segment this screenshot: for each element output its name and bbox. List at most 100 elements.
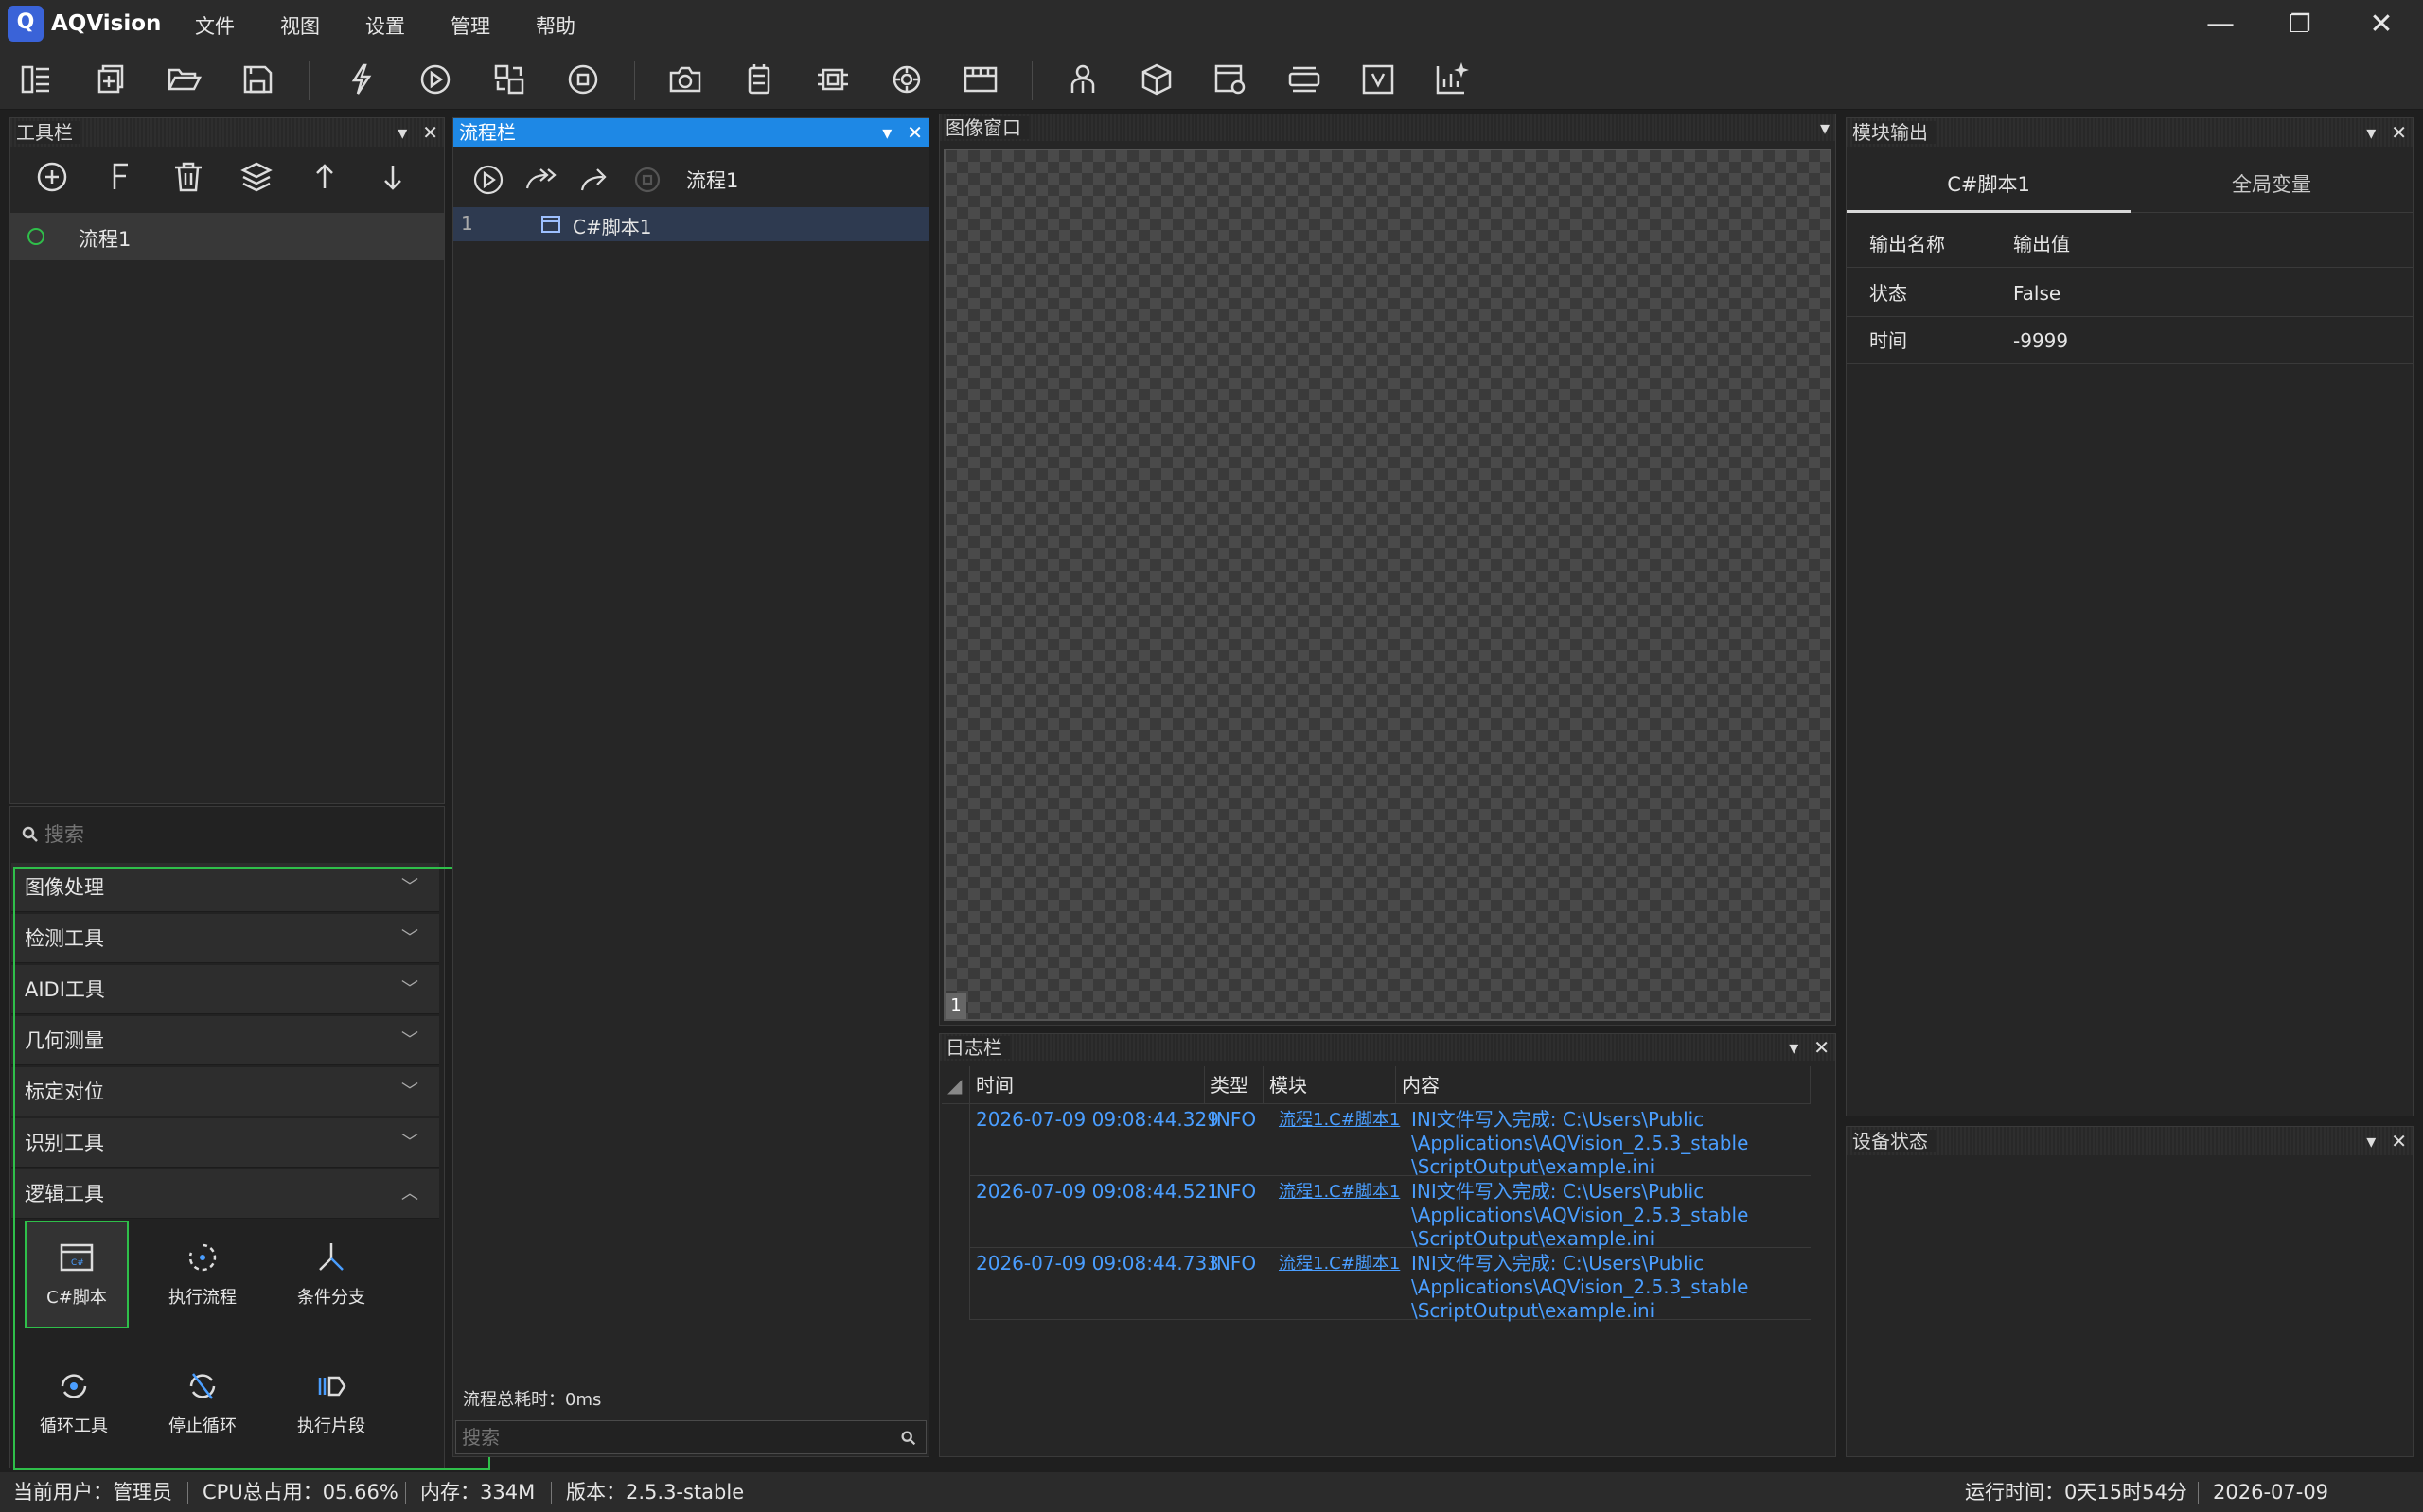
menu-help[interactable]: 帮助 <box>536 11 575 40</box>
close-icon[interactable]: ✕ <box>1813 1036 1830 1059</box>
execute-segment-icon <box>318 1376 346 1397</box>
log-module-link[interactable]: 流程1.C#脚本1 <box>1279 1180 1400 1204</box>
plc-icon[interactable] <box>962 61 999 98</box>
tool-stop-loop[interactable]: 停止循环 <box>146 1351 259 1465</box>
log-col-module[interactable]: 模块 <box>1264 1066 1396 1104</box>
dropdown-icon[interactable]: ▾ <box>2366 1130 2376 1152</box>
variable-icon[interactable] <box>1359 61 1397 98</box>
tool-search-input[interactable] <box>44 818 423 851</box>
log-row[interactable]: 2026-07-09 09:08:44.329 INFO 流程1.C#脚本1 I… <box>942 1104 1811 1178</box>
chevron-down-icon: ﹀ <box>401 928 418 948</box>
tab-global-variables[interactable]: 全局变量 <box>2131 160 2413 213</box>
io-module-icon[interactable] <box>740 61 778 98</box>
move-up-icon[interactable] <box>306 158 344 196</box>
run-once-icon[interactable] <box>343 61 380 98</box>
save-icon[interactable] <box>239 61 276 98</box>
redo-icon[interactable] <box>576 164 614 196</box>
delete-icon[interactable] <box>169 158 207 196</box>
camera-icon[interactable] <box>666 61 704 98</box>
dropdown-icon[interactable]: ▾ <box>2366 121 2376 144</box>
title-bar: Q AQVision 文件 视图 设置 管理 帮助 — ❐ ✕ <box>0 0 2423 49</box>
tool-label: 循环工具 <box>40 1416 108 1436</box>
vab-icon[interactable] <box>1285 61 1323 98</box>
output-col-value: 输出值 <box>2013 233 2070 255</box>
dropdown-icon[interactable]: ▾ <box>1789 1036 1798 1059</box>
output-row[interactable]: 时间 -9999 <box>1847 317 2413 364</box>
flow-switch-icon[interactable] <box>490 61 528 98</box>
flow-name: 流程1 <box>79 228 132 251</box>
log-content-line2: \Applications\AQVision_2.5.3_stable <box>1411 1204 1749 1226</box>
chip-icon[interactable] <box>814 61 852 98</box>
tool-label: C#脚本 <box>46 1288 107 1308</box>
dropdown-icon[interactable]: ▾ <box>1820 116 1830 139</box>
layout-icon[interactable] <box>17 61 55 98</box>
stop-icon[interactable] <box>564 61 602 98</box>
tool-panel-title: 工具栏 <box>16 121 80 144</box>
settings-panel-icon[interactable] <box>1212 61 1249 98</box>
add-flow-icon[interactable] <box>33 158 71 196</box>
restore-button[interactable]: ❐ <box>2272 4 2328 45</box>
log-type: INFO <box>1211 1252 1257 1275</box>
tool-panel-actions <box>10 152 444 200</box>
log-col-time[interactable]: 时间 <box>970 1066 1205 1104</box>
output-row[interactable]: 状态 False <box>1847 270 2413 317</box>
log-col-content[interactable]: 内容 <box>1396 1066 1811 1104</box>
status-user: 当前用户：管理员 <box>13 1481 172 1503</box>
category-image-processing[interactable]: 图像处理 ﹀ <box>11 863 439 912</box>
light-icon[interactable] <box>888 61 926 98</box>
flow-list-item[interactable]: 流程1 <box>10 213 444 260</box>
stop-flow-icon[interactable] <box>631 164 663 196</box>
layers-icon[interactable] <box>238 158 275 196</box>
device-panel: 设备状态 ▾ ✕ <box>1846 1126 2414 1457</box>
run-icon[interactable] <box>416 61 454 98</box>
tool-execute-segment[interactable]: 执行片段 <box>274 1351 388 1465</box>
flow-search[interactable] <box>455 1420 927 1454</box>
category-recognition[interactable]: 识别工具 ﹀ <box>11 1118 439 1168</box>
function-icon[interactable] <box>101 158 139 196</box>
chart-icon[interactable] <box>1433 61 1471 98</box>
user-icon[interactable] <box>1064 61 1102 98</box>
tool-search[interactable] <box>10 817 444 854</box>
search-icon[interactable] <box>899 1429 918 1448</box>
menu-file[interactable]: 文件 <box>195 11 235 40</box>
step-name: C#脚本1 <box>573 216 652 238</box>
close-window-button[interactable]: ✕ <box>2353 4 2410 45</box>
close-icon[interactable]: ✕ <box>2391 1130 2407 1152</box>
tool-condition-branch[interactable]: 条件分支 <box>274 1222 388 1336</box>
log-col-type[interactable]: 类型 <box>1205 1066 1264 1104</box>
log-row[interactable]: 2026-07-09 09:08:44.521 INFO 流程1.C#脚本1 I… <box>942 1176 1811 1250</box>
menu-manage[interactable]: 管理 <box>451 11 490 40</box>
menu-settings[interactable]: 设置 <box>365 11 405 40</box>
flow-step-row[interactable]: 1 C#脚本1 <box>453 207 929 241</box>
run-continuous-icon[interactable] <box>523 164 561 196</box>
category-detection[interactable]: 检测工具 ﹀ <box>11 914 439 963</box>
log-content-line2: \Applications\AQVision_2.5.3_stable <box>1411 1275 1749 1298</box>
menu-view[interactable]: 视图 <box>280 11 320 40</box>
category-calibration[interactable]: 标定对位 ﹀ <box>11 1067 439 1116</box>
log-row[interactable]: 2026-07-09 09:08:44.733 INFO 流程1.C#脚本1 I… <box>942 1248 1811 1322</box>
log-corner: ◢ <box>942 1066 970 1104</box>
run-flow-icon[interactable] <box>472 164 504 196</box>
log-module-link[interactable]: 流程1.C#脚本1 <box>1279 1252 1400 1275</box>
image-canvas[interactable]: 1 <box>944 149 1831 1021</box>
dropdown-icon[interactable]: ▾ <box>398 121 407 144</box>
close-icon[interactable]: ✕ <box>907 121 923 144</box>
tool-loop[interactable]: 循环工具 <box>17 1351 131 1465</box>
cube-icon[interactable] <box>1138 61 1176 98</box>
flow-search-input[interactable] <box>462 1421 878 1453</box>
close-icon[interactable]: ✕ <box>422 121 438 144</box>
minimize-button[interactable]: — <box>2192 4 2249 45</box>
category-logic[interactable]: 逻辑工具 ︿ <box>11 1169 439 1219</box>
dropdown-icon[interactable]: ▾ <box>882 121 892 144</box>
tab-csharp-script[interactable]: C#脚本1 <box>1847 160 2131 213</box>
category-aidi[interactable]: AIDI工具 ﹀ <box>11 965 439 1014</box>
close-icon[interactable]: ✕ <box>2391 121 2407 144</box>
tool-execute-flow[interactable]: 执行流程 <box>146 1222 259 1336</box>
move-down-icon[interactable] <box>374 158 412 196</box>
open-folder-icon[interactable] <box>165 61 203 98</box>
category-geometry[interactable]: 几何测量 ﹀ <box>11 1016 439 1065</box>
search-icon <box>22 826 38 842</box>
tool-csharp-script[interactable]: C# C#脚本 <box>25 1221 129 1328</box>
new-icon[interactable] <box>91 61 129 98</box>
log-module-link[interactable]: 流程1.C#脚本1 <box>1279 1108 1400 1132</box>
